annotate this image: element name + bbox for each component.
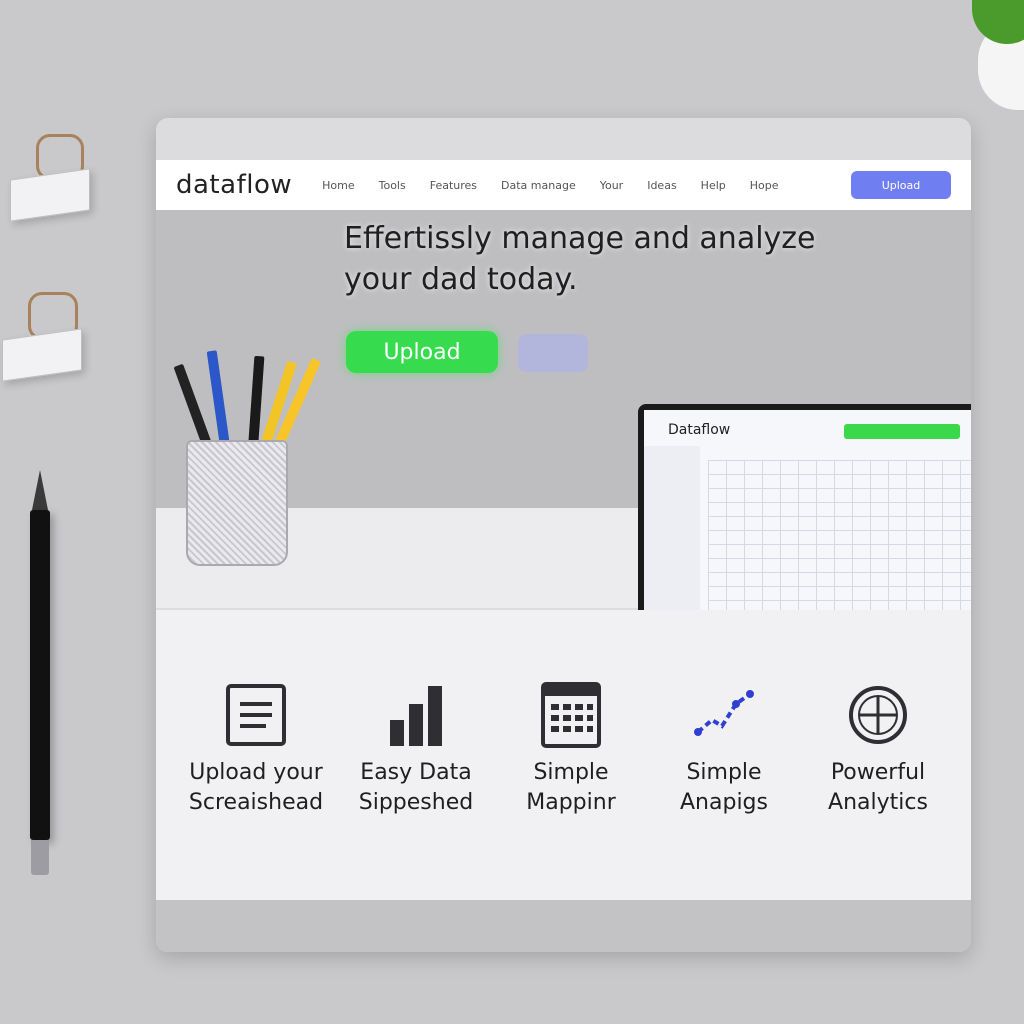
binder-clip [10,134,90,222]
feature-label-line2: Analytics [828,790,928,815]
brand-logo[interactable]: dataflow [176,170,292,200]
features-section: Upload your Screaishead Easy Data Sippes… [156,610,971,900]
spreadsheet-icon [541,682,601,748]
plant-decoration [968,0,1024,110]
feature-label-line1: Powerful [830,760,926,785]
feature-label-line1: Upload your [189,760,323,785]
feature-label-line2: Screaishead [188,790,324,815]
feature-label-line1: Easy Data [360,760,472,785]
nav-link-your[interactable]: Your [600,179,623,192]
laptop-app-spreadsheet [708,460,971,620]
hero-title-line1: Effertissly manage and analyze [344,221,816,256]
secondary-button[interactable] [518,334,588,372]
feature-label-line2: Mappinr [526,790,616,815]
feature-simple-analytics[interactable]: Simple Anapigs [644,682,804,818]
document-icon [226,684,286,746]
feature-simple-mapping[interactable]: Simple Mappinr [491,682,651,818]
pen-decoration [28,470,52,875]
feature-easy-data[interactable]: Easy Data Sippeshed [336,682,496,818]
nav-link-ideas[interactable]: Ideas [647,179,676,192]
nav-link-data-manage[interactable]: Data manage [501,179,576,192]
laptop-app-logo: Dataflow [668,422,731,438]
feature-label-line2: Sippeshed [358,790,474,815]
nav-upload-button[interactable]: Upload [851,171,951,199]
website-mockup: dataflow Home Tools Features Data manage… [156,118,971,952]
feature-label-line1: Simple [533,760,609,785]
nav-link-hope[interactable]: Hope [750,179,779,192]
feature-label-line2: Anapigs [680,790,768,815]
feature-powerful-analytics[interactable]: Powerful Analytics [798,682,958,818]
laptop-app-sidebar [644,446,700,626]
nav-link-help[interactable]: Help [701,179,726,192]
feature-upload[interactable]: Upload your Screaishead [176,682,336,818]
trend-icon [694,690,754,736]
pencil-cup-image [173,350,321,568]
laptop-app-button [844,424,960,439]
upload-button[interactable]: Upload [346,331,498,373]
top-navbar: dataflow Home Tools Features Data manage… [156,160,971,210]
bar-chart-icon [390,686,442,746]
nav-link-features[interactable]: Features [430,179,477,192]
hero-title-line2: your dad today. [344,262,578,297]
hero-title: Effertissly manage and analyze your dad … [344,218,864,300]
footer-band [156,900,971,952]
nav-link-home[interactable]: Home [322,179,354,192]
nav-link-tools[interactable]: Tools [379,179,406,192]
laptop-display: Dataflow [644,410,971,626]
target-icon [849,686,907,744]
feature-label-line1: Simple [686,760,762,785]
binder-clip [2,292,82,382]
nav-links: Home Tools Features Data manage Your Ide… [322,179,841,192]
